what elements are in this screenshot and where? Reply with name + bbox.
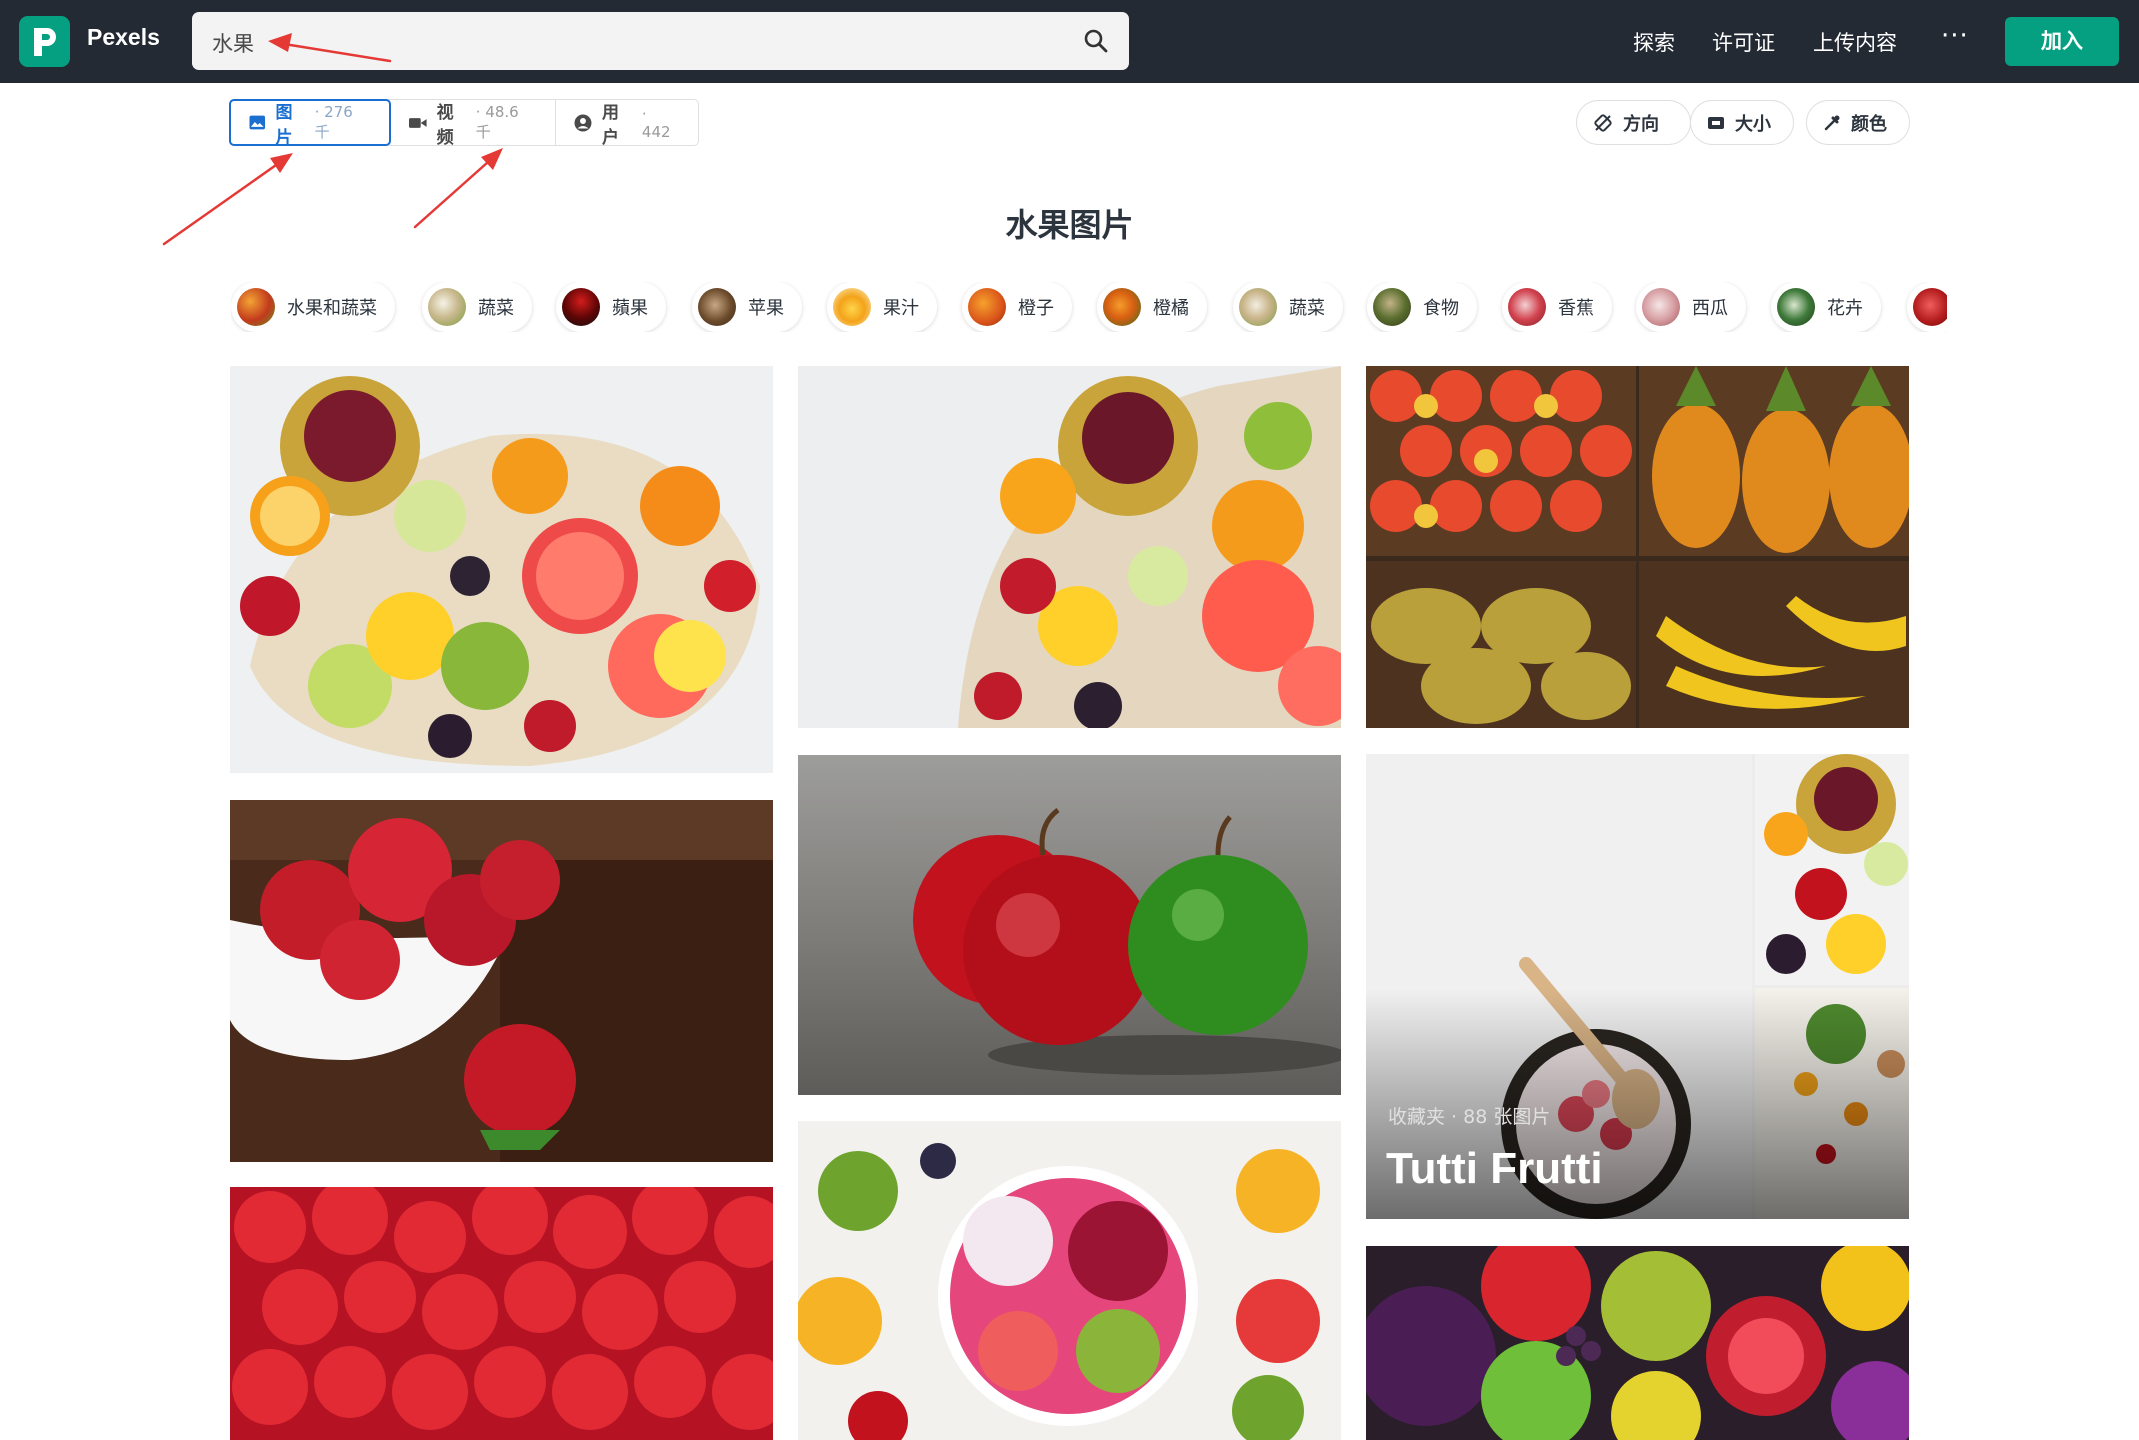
filter-orientation-label: 方向 (1623, 113, 1659, 135)
chip-label: 花卉 (1827, 298, 1863, 319)
chip-fruits-vegetables[interactable]: 水果和蔬菜 (231, 282, 395, 332)
tab-users-count: · 442 (641, 104, 671, 141)
video-icon (409, 117, 427, 128)
related-searches: 水果和蔬菜 蔬菜 蘋果 苹果 果汁 橙子 橙橘 蔬菜 食物 香蕉 西瓜 花卉 (231, 282, 1947, 332)
user-icon (574, 114, 592, 131)
photo-fruit-crates[interactable] (1366, 366, 1909, 728)
pexels-logo-icon[interactable] (19, 16, 70, 67)
photo-strawberries-bowl[interactable] (230, 800, 773, 1162)
tab-users-label: 用户 (601, 102, 619, 148)
image-icon (249, 115, 266, 130)
tab-users[interactable]: 用户 · 442 (556, 100, 698, 148)
color-picker-icon (1824, 115, 1840, 130)
collection-meta: 收藏夹 · 88 张图片 (1388, 1106, 1551, 1128)
chip-thumbnail (698, 288, 736, 326)
chip-vegetables-2[interactable]: 蔬菜 (1233, 282, 1343, 332)
chip-juice[interactable]: 果汁 (827, 282, 937, 332)
chip-thumbnail (1103, 288, 1141, 326)
tab-videos-count: · 48.6 千 (475, 103, 519, 141)
brand-name[interactable]: Pexels (87, 24, 160, 51)
chip-citrus[interactable]: 橙橘 (1097, 282, 1207, 332)
tab-photos[interactable]: 图片 · 276 千 (229, 99, 391, 148)
chip-thumbnail (1373, 288, 1411, 326)
chip-label: 食物 (1423, 298, 1459, 319)
page-title: 水果图片 (1005, 206, 1134, 244)
nav-explore[interactable]: 探索 (1633, 27, 1675, 57)
chip-label: 蔬菜 (1289, 298, 1325, 319)
filter-orientation[interactable]: 方向 (1576, 100, 1691, 145)
filter-size-label: 大小 (1735, 113, 1771, 135)
tab-photos-label: 图片 (275, 102, 293, 148)
chip-label: 蔬菜 (478, 298, 514, 319)
tab-photos-count: · 276 千 (314, 103, 353, 141)
chip-apple[interactable]: 苹果 (692, 282, 802, 332)
media-type-tabs: 图片 · 276 千 视频 · 48.6 千 用户 · 442 (229, 99, 699, 148)
chip-label: 水果和蔬菜 (287, 298, 377, 319)
chip-partial[interactable] (1907, 282, 1947, 332)
size-icon (1708, 116, 1724, 129)
chip-label: 蘋果 (612, 298, 648, 319)
chip-banana[interactable]: 香蕉 (1502, 282, 1612, 332)
chip-thumbnail (1913, 288, 1947, 326)
chip-orange[interactable]: 橙子 (962, 282, 1072, 332)
chip-thumbnail (562, 288, 600, 326)
photo-strawberries-pile[interactable] (230, 1187, 773, 1440)
chip-thumbnail (1642, 288, 1680, 326)
photo-smoothie-bowl[interactable] (798, 1121, 1341, 1440)
photo-fruit-plate-side[interactable] (798, 366, 1341, 728)
chip-thumbnail (833, 288, 871, 326)
nav-license[interactable]: 许可证 (1712, 27, 1775, 57)
photo-red-green-apples[interactable] (798, 755, 1341, 1095)
chip-label: 香蕉 (1558, 298, 1594, 319)
chip-thumbnail (237, 288, 275, 326)
filter-color[interactable]: 颜色 (1806, 100, 1910, 145)
chip-thumbnail (1777, 288, 1815, 326)
tab-videos[interactable]: 视频 · 48.6 千 (391, 100, 556, 148)
chip-flowers[interactable]: 花卉 (1771, 282, 1881, 332)
chip-watermelon[interactable]: 西瓜 (1636, 282, 1746, 332)
more-menu-button[interactable]: ··· (1941, 23, 1969, 49)
chip-label: 橙橘 (1153, 298, 1189, 319)
tab-videos-label: 视频 (436, 102, 454, 148)
filter-size[interactable]: 大小 (1690, 100, 1794, 145)
chip-thumbnail (968, 288, 1006, 326)
chip-food[interactable]: 食物 (1367, 282, 1477, 332)
chip-thumbnail (1508, 288, 1546, 326)
join-button[interactable]: 加入 (2005, 17, 2119, 66)
search-input[interactable]: 水果 (192, 12, 1129, 70)
filter-color-label: 颜色 (1851, 113, 1887, 135)
nav-upload[interactable]: 上传内容 (1813, 27, 1897, 57)
photo-fruit-platter[interactable] (230, 366, 773, 773)
top-bar: Pexels 水果 探索 许可证 上传内容 ··· 加入 (0, 0, 2139, 83)
chip-label: 果汁 (883, 298, 919, 319)
chip-vegetables[interactable]: 蔬菜 (422, 282, 532, 332)
chip-thumbnail (1239, 288, 1277, 326)
chip-apple-trad[interactable]: 蘋果 (556, 282, 666, 332)
chip-label: 西瓜 (1692, 298, 1728, 319)
search-icon[interactable] (1083, 28, 1109, 54)
chip-label: 苹果 (748, 298, 784, 319)
photo-tropical-fruits[interactable] (1366, 1246, 1909, 1440)
search-query: 水果 (212, 32, 254, 56)
chip-thumbnail (428, 288, 466, 326)
chip-label: 橙子 (1018, 298, 1054, 319)
orientation-icon (1594, 113, 1612, 132)
collection-title[interactable]: Tutti Frutti (1386, 1144, 1603, 1194)
